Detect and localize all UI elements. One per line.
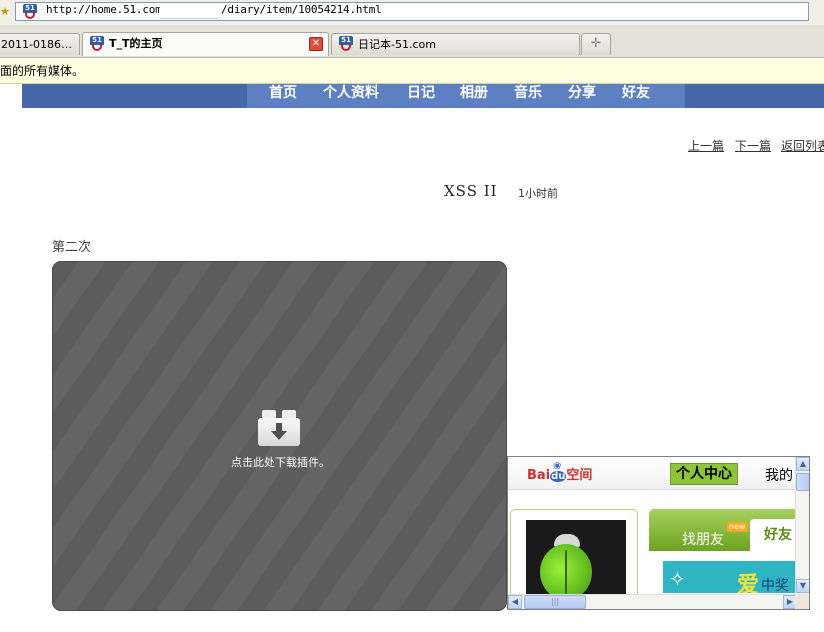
personal-center-button[interactable]: 个人中心 <box>670 463 738 485</box>
url-text-part2[interactable]: /diary/item/10054214.html <box>221 3 382 16</box>
site-favicon-icon: 51 <box>22 4 38 20</box>
tab-favicon-icon: 51 <box>338 36 354 52</box>
plugin-message[interactable]: 点击此处下载插件。 <box>53 454 506 470</box>
nav-item-share[interactable]: 分享 <box>568 84 596 102</box>
popup-header: Baidu空间 ❀ 个人中心 我的 <box>508 457 797 490</box>
promo-banner[interactable]: ✧ 爱 中奖 <box>663 561 799 593</box>
scroll-corner <box>795 594 809 609</box>
banner-love-text: 爱 <box>737 573 760 593</box>
diary-title: XSS II <box>444 182 498 200</box>
scroll-left-icon[interactable]: ◀ <box>508 595 522 609</box>
tab-favicon-icon: 51 <box>89 36 105 52</box>
url-text-part1[interactable]: http://home.51.com/ <box>46 3 168 16</box>
plugin-download-icon[interactable] <box>258 410 300 446</box>
prev-post-link[interactable]: 上一篇 <box>688 137 724 154</box>
star-icon[interactable]: ★ <box>0 5 10 19</box>
tab-find-friends[interactable]: 找朋友 <box>682 529 724 549</box>
close-tab-icon[interactable]: ✕ <box>309 37 323 51</box>
nav-item-home[interactable]: 首页 <box>269 84 297 102</box>
address-bar: ★ 51 http://home.51.com/ /diary/item/100… <box>0 0 824 25</box>
tab-3-label: 日记本-51.com <box>358 38 436 51</box>
horizontal-scroll-thumb[interactable]: ||| <box>524 595 586 609</box>
horizontal-scrollbar[interactable]: ◀ ||| ▶ <box>508 594 797 609</box>
tab-1[interactable]: 2011-0186… <box>0 33 80 55</box>
site-nav-center: 首页 个人资料 日记 相册 音乐 分享 好友 <box>247 84 685 108</box>
tab-2-label: T_T的主页 <box>109 37 163 50</box>
tab-friends[interactable]: 好友 <box>750 519 799 551</box>
new-badge: new <box>727 522 748 532</box>
site-nav: 首页 个人资料 日记 相册 音乐 分享 好友 <box>22 84 824 108</box>
url-redaction <box>160 5 218 19</box>
nav-item-profile[interactable]: 个人资料 <box>323 84 379 102</box>
friends-tabs: 找朋友 new 好友 <box>649 509 799 551</box>
tab-bar: 2011-0186… 51 T_T的主页 ✕ 51 日记本-51.com ✛ <box>0 25 824 58</box>
tab-2-active[interactable]: 51 T_T的主页 ✕ <box>82 32 329 56</box>
new-tab-button[interactable]: ✛ <box>581 33 611 55</box>
scroll-down-icon[interactable]: ▼ <box>796 579 809 593</box>
nav-item-album[interactable]: 相册 <box>460 84 488 102</box>
tab-3[interactable]: 51 日记本-51.com <box>331 33 580 55</box>
sparkle-icon: ✧ <box>669 567 686 591</box>
my-menu-label[interactable]: 我的 <box>765 465 793 485</box>
infobar-text: 面的所有媒体。 <box>0 64 85 78</box>
nav-item-diary[interactable]: 日记 <box>407 84 435 102</box>
plugin-placeholder[interactable]: 点击此处下载插件。 <box>52 261 507 611</box>
nav-item-friends[interactable]: 好友 <box>622 84 650 102</box>
back-to-list-link[interactable]: 返回列表 <box>781 137 824 154</box>
diary-timestamp: 1小时前 <box>518 187 558 200</box>
scroll-up-icon[interactable]: ▲ <box>796 457 809 471</box>
diary-body-text: 第二次 <box>52 240 92 255</box>
nav-item-music[interactable]: 音乐 <box>514 84 542 102</box>
next-post-link[interactable]: 下一篇 <box>735 137 771 154</box>
vertical-scrollbar[interactable]: ▲ ▼ <box>795 457 809 595</box>
banner-prize-text: 中奖 <box>761 578 789 593</box>
media-info-bar[interactable]: 面的所有媒体。 <box>0 58 824 84</box>
baidu-space-popup: Baidu空间 ❀ 个人中心 我的 找朋友 new 好友 ✧ 爱 中奖 ▲ ▼ … <box>507 456 810 610</box>
tab-1-label: 2011-0186… <box>1 38 72 51</box>
paw-icon: ❀ <box>553 461 562 472</box>
scroll-thumb[interactable] <box>796 473 809 491</box>
